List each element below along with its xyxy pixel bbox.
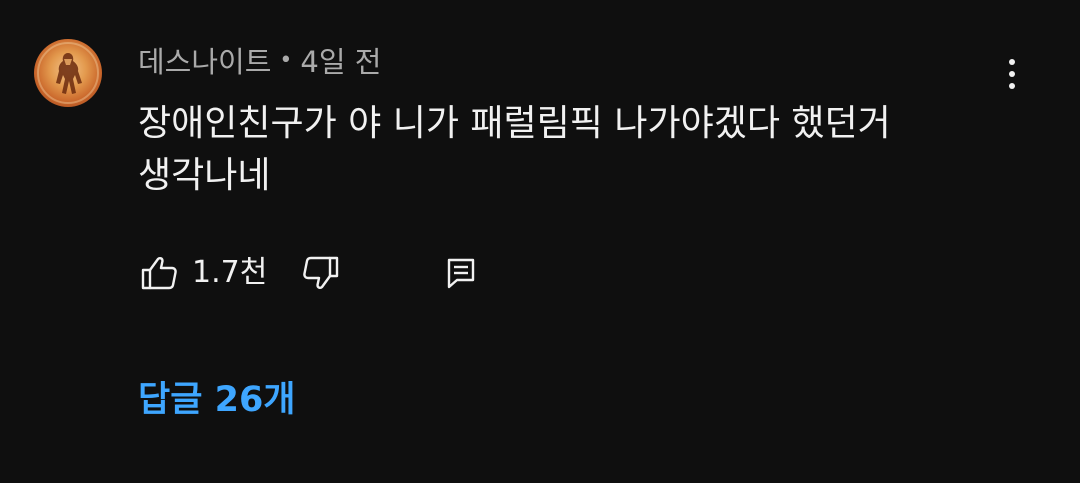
like-button[interactable] [134,248,184,298]
thumbs-up-icon [141,256,177,290]
reply-comment-icon [447,258,475,289]
more-vert-icon [1009,59,1015,65]
timestamp: 4일 전 [300,45,382,79]
comment-header: 데스나이트 • 4일 전 [138,40,381,80]
reply-button[interactable] [436,248,486,298]
avatar[interactable] [34,39,102,107]
like-count: 1.7천 [192,255,268,290]
more-options-button[interactable] [996,52,1028,96]
avatar-image [37,42,99,104]
thumbs-down-icon [303,256,339,290]
view-replies-link[interactable]: 답글 26개 [138,376,296,424]
author-name[interactable]: 데스나이트 [138,39,271,81]
comment-text: 장애인친구가 야 니가 패럴림픽 나가야겠다 했던거 생각나네 [138,103,891,196]
separator-dot: • [279,47,293,73]
comment-item: 데스나이트 • 4일 전 장애인친구가 야 니가 패럴림픽 나가야겠다 했던거 … [0,0,1080,483]
dislike-button[interactable] [296,248,346,298]
